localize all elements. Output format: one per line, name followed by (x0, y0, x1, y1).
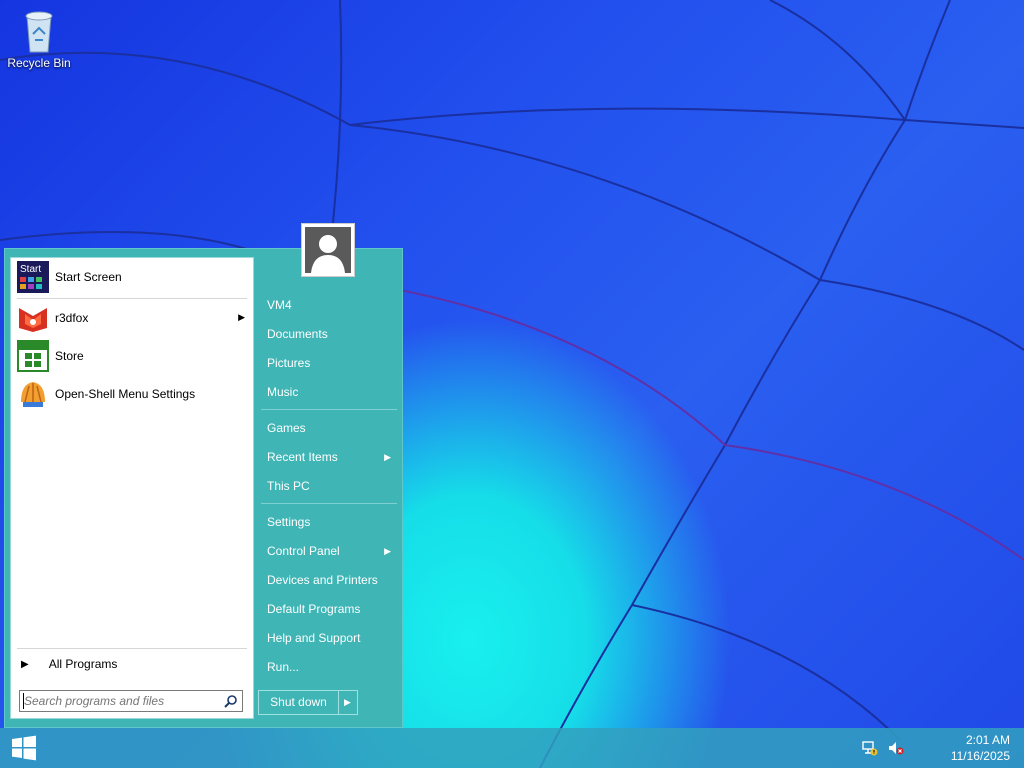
right-item-devices-printers[interactable]: Devices and Printers (261, 568, 401, 592)
right-item-label: Pictures (267, 356, 311, 370)
all-programs-label: All Programs (48, 657, 118, 671)
svg-text:Start: Start (20, 264, 41, 275)
separator (261, 503, 397, 504)
start-button[interactable] (0, 728, 48, 768)
right-item-label: Recent Items (267, 450, 338, 464)
right-item-music[interactable]: Music (261, 380, 401, 404)
right-item-recent-items[interactable]: Recent Items ▶ (261, 445, 401, 469)
shutdown-button[interactable]: Shut down (259, 691, 339, 714)
right-item-label: Control Panel (267, 544, 340, 558)
search-box[interactable] (19, 690, 243, 712)
right-item-help-support[interactable]: Help and Support (261, 626, 401, 650)
program-start-screen[interactable]: Start Start Screen (13, 260, 251, 294)
program-label: Open-Shell Menu Settings (55, 387, 196, 401)
right-item-label: Devices and Printers (267, 573, 378, 587)
recycle-bin[interactable]: Recycle Bin (4, 6, 74, 70)
expand-arrow-icon: ▶ (21, 658, 29, 670)
user-icon (311, 235, 345, 273)
volume-muted-icon[interactable] (888, 740, 904, 756)
desktop: Recycle Bin Start Start Screen r3dfox ▶ … (0, 0, 1024, 768)
taskbar-clock[interactable]: 2:01 AM 11/16/2025 (951, 732, 1010, 764)
start-menu: Start Start Screen r3dfox ▶ Store Open-S… (4, 223, 403, 728)
right-item-label: Help and Support (267, 631, 361, 645)
program-store[interactable]: Store (13, 339, 251, 373)
search-icon[interactable] (224, 694, 238, 708)
right-item-label: Default Programs (267, 602, 361, 616)
right-item-label: Games (267, 421, 306, 435)
r3dfox-icon (19, 308, 47, 332)
submenu-arrow-icon: ▶ (238, 312, 245, 322)
user-avatar[interactable] (301, 223, 355, 277)
right-item-this-pc[interactable]: This PC (261, 474, 401, 498)
right-item-pictures[interactable]: Pictures (261, 351, 401, 375)
all-programs[interactable]: ▶ All Programs (13, 652, 251, 676)
program-label: r3dfox (55, 311, 89, 325)
program-open-shell-settings[interactable]: Open-Shell Menu Settings (13, 377, 251, 411)
clock-time: 2:01 AM (965, 733, 1010, 747)
clock-date: 11/16/2025 (950, 749, 1010, 763)
right-item-control-panel[interactable]: Control Panel ▶ (261, 539, 401, 563)
submenu-arrow-icon: ▶ (384, 451, 391, 462)
network-icon[interactable] (862, 740, 878, 756)
right-item-label: Music (267, 385, 299, 399)
right-item-run[interactable]: Run... (261, 655, 401, 679)
start-screen-icon: Start (17, 261, 49, 293)
submenu-arrow-icon: ▶ (384, 545, 391, 556)
right-item-games[interactable]: Games (261, 416, 401, 440)
right-item-label: Documents (267, 327, 328, 341)
search-input[interactable] (23, 693, 214, 709)
separator (17, 648, 247, 649)
shutdown-button-group: Shut down ▶ (258, 690, 358, 715)
recycle-bin-icon (25, 11, 53, 53)
right-item-label: This PC (267, 479, 310, 493)
right-item-label: Run... (267, 660, 300, 674)
taskbar: 2:01 AM 11/16/2025 (0, 728, 1024, 768)
right-item-documents[interactable]: Documents (261, 322, 401, 346)
program-r3dfox[interactable]: r3dfox ▶ (13, 301, 251, 335)
separator (17, 298, 247, 299)
right-item-settings[interactable]: Settings (261, 510, 401, 534)
right-item-user[interactable]: VM4 (261, 293, 401, 317)
separator (261, 409, 397, 410)
user-label: VM4 (267, 298, 292, 312)
right-item-default-programs[interactable]: Default Programs (261, 597, 401, 621)
open-shell-icon (21, 382, 45, 407)
programs-pane: Start Start Screen r3dfox ▶ Store Open-S… (10, 257, 254, 719)
program-label: Store (55, 349, 84, 363)
store-icon (17, 340, 49, 372)
recycle-bin-label: Recycle Bin (7, 56, 71, 70)
shutdown-options-arrow-icon[interactable]: ▶ (338, 691, 357, 714)
windows-logo-icon (12, 735, 36, 761)
program-label: Start Screen (55, 270, 122, 284)
right-item-label: Settings (267, 515, 311, 529)
